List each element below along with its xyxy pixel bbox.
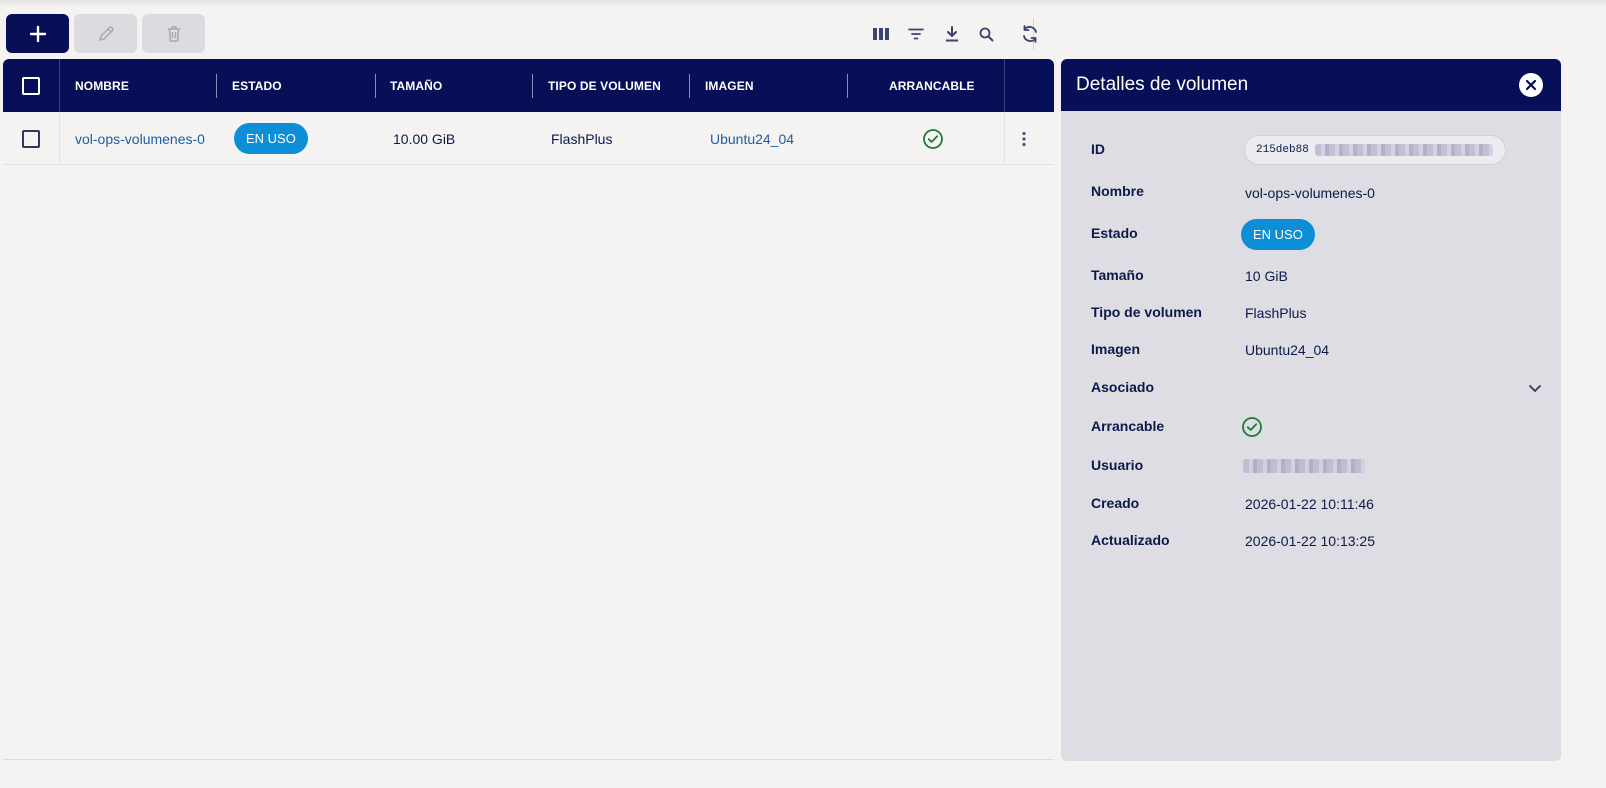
user-label: Usuario <box>1091 457 1144 473</box>
close-panel-button[interactable] <box>1519 73 1543 97</box>
header-volume-type[interactable]: TIPO DE VOLUMEN <box>548 59 661 112</box>
id-value[interactable]: 215deb88 <box>1244 135 1506 165</box>
status-badge: EN USO <box>1241 219 1315 250</box>
add-button[interactable] <box>6 14 69 53</box>
delete-button[interactable] <box>142 14 205 53</box>
row-select-cell <box>22 112 40 165</box>
column-resizer[interactable] <box>216 74 217 98</box>
columns-icon <box>873 28 889 40</box>
download-button[interactable] <box>940 22 964 46</box>
column-resizer[interactable] <box>689 74 690 98</box>
select-all-checkbox[interactable] <box>22 76 40 95</box>
created-value: 2026-01-22 10:11:46 <box>1245 496 1374 512</box>
id-redacted <box>1314 144 1493 156</box>
column-resizer[interactable] <box>847 74 848 98</box>
image-label: Imagen <box>1091 341 1141 357</box>
column-resizer[interactable] <box>532 74 533 98</box>
trash-icon <box>167 25 180 42</box>
size-cell: 10.00 GiB <box>393 130 456 147</box>
row-divider <box>59 112 60 165</box>
volume-name-link[interactable]: vol-ops-volumenes-0 <box>75 112 205 165</box>
panel-header: Detalles de volumen <box>1061 59 1561 111</box>
row-divider <box>1004 112 1005 165</box>
columns-button[interactable] <box>869 22 893 46</box>
refresh-button[interactable] <box>1018 22 1042 46</box>
volume-details-panel: Detalles de volumen ID 215deb88 Nombre v… <box>1061 59 1561 761</box>
volume-type-cell: FlashPlus <box>551 130 613 147</box>
panel-title: Detalles de volumen <box>1076 74 1249 95</box>
more-vertical-icon <box>1022 131 1026 146</box>
status-label: Estado <box>1091 225 1138 241</box>
image-link[interactable]: Ubuntu24_04 <box>710 112 794 165</box>
user-value <box>1243 459 1365 478</box>
download-icon <box>946 26 958 42</box>
volumes-table: NOMBRE ESTADO TAMAÑO TIPO DE VOLUMEN IMA… <box>3 59 1054 760</box>
row-actions-button[interactable] <box>1021 112 1027 165</box>
edit-button[interactable] <box>74 14 137 53</box>
bootable-value <box>1241 416 1263 443</box>
image-value: Ubuntu24_04 <box>1245 342 1330 358</box>
status-badge: EN USO <box>234 123 308 154</box>
table-header: NOMBRE ESTADO TAMAÑO TIPO DE VOLUMEN IMA… <box>3 59 1054 112</box>
volume-type-label: Tipo de volumen <box>1091 304 1202 320</box>
expand-attached-button[interactable] <box>1528 381 1542 400</box>
toolbar <box>6 14 1056 53</box>
pencil-icon <box>98 25 114 41</box>
status-cell: EN USO <box>234 112 308 165</box>
filter-icon <box>908 28 924 40</box>
plus-icon <box>29 25 46 42</box>
header-divider <box>59 59 60 112</box>
select-all-cell <box>22 59 40 112</box>
header-bootable[interactable]: ARRANCABLE <box>889 59 975 112</box>
table-row[interactable]: vol-ops-volumenes-0 EN USO 10.00 GiB Fla… <box>3 112 1054 165</box>
header-size[interactable]: TAMAÑO <box>390 59 442 112</box>
header-name[interactable]: NOMBRE <box>75 59 129 112</box>
row-checkbox[interactable] <box>22 129 40 148</box>
attached-label[interactable]: Asociado <box>1091 379 1154 395</box>
bootable-label: Arrancable <box>1091 418 1165 434</box>
name-value: vol-ops-volumenes-0 <box>1245 185 1375 201</box>
volume-type-value: FlashPlus <box>1245 305 1307 321</box>
close-icon <box>1525 79 1537 91</box>
header-divider <box>1004 59 1005 112</box>
id-label: ID <box>1091 141 1105 157</box>
header-status[interactable]: ESTADO <box>232 59 282 112</box>
refresh-icon <box>1023 25 1037 43</box>
table-bottom-border <box>3 759 1054 760</box>
top-shadow <box>0 0 1606 6</box>
check-circle-icon <box>923 128 943 149</box>
header-image[interactable]: IMAGEN <box>705 59 754 112</box>
updated-label: Actualizado <box>1091 532 1170 548</box>
size-value: 10 GiB <box>1245 268 1288 284</box>
created-label: Creado <box>1091 495 1140 511</box>
check-circle-icon <box>1242 417 1262 437</box>
size-label: Tamaño <box>1091 267 1144 283</box>
id-prefix: 215deb88 <box>1256 144 1309 156</box>
name-label: Nombre <box>1091 183 1144 199</box>
filter-button[interactable] <box>904 22 928 46</box>
search-button[interactable] <box>974 22 998 46</box>
search-icon <box>979 27 993 41</box>
user-redacted <box>1243 459 1365 473</box>
updated-value: 2026-01-22 10:13:25 <box>1245 533 1375 549</box>
bootable-cell <box>922 112 944 165</box>
chevron-down-icon <box>1529 385 1541 392</box>
column-resizer[interactable] <box>375 74 376 98</box>
